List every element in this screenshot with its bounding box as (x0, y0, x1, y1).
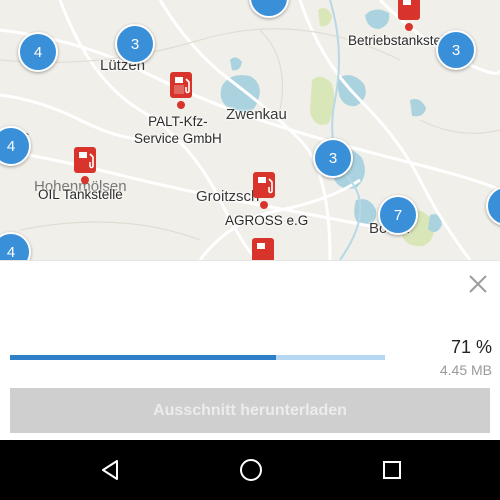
city-label-groitzsch: Groitzsch (196, 188, 260, 205)
close-icon (469, 275, 487, 293)
home-icon (240, 459, 262, 481)
station-label-agross: AGROSS e.G (225, 213, 309, 228)
fuel-station-pin[interactable] (72, 145, 98, 185)
nav-home-button[interactable] (221, 450, 281, 490)
fuel-station-pin[interactable] (250, 236, 276, 260)
fuel-pump-icon (398, 0, 420, 31)
fuel-pump-icon (252, 238, 274, 260)
back-icon (102, 460, 118, 480)
map-view[interactable]: Lützen Zwenkau Groitzsch Hohenmölsen Bor… (0, 0, 500, 260)
download-size: 4.45 MB (439, 362, 492, 378)
cluster-marker[interactable]: 3 (313, 138, 353, 178)
cluster-marker[interactable]: 4 (18, 32, 58, 72)
cluster-marker[interactable]: 7 (378, 195, 418, 235)
station-label-oil: OIL Tankstelle (38, 187, 123, 202)
nav-recents-button[interactable] (362, 450, 422, 490)
fuel-station-pin[interactable] (251, 170, 277, 210)
recents-icon (383, 461, 401, 479)
city-label-zwenkau: Zwenkau (226, 106, 287, 123)
fuel-station-pin[interactable] (168, 70, 194, 110)
download-area-button[interactable]: Ausschnitt herunterladen (10, 388, 490, 433)
download-progress-bar (10, 355, 385, 360)
cluster-marker[interactable]: 3 (436, 30, 476, 70)
close-button[interactable] (467, 273, 489, 295)
fuel-station-pin[interactable] (396, 0, 422, 32)
cluster-marker[interactable]: 3 (115, 24, 155, 64)
nav-back-button[interactable] (80, 450, 140, 490)
fuel-pump-icon (74, 147, 96, 184)
fuel-pump-icon (170, 72, 192, 109)
system-nav-bar (0, 440, 500, 500)
download-progress-fill (10, 355, 277, 360)
fuel-pump-icon (253, 172, 275, 209)
station-label-palt: PALT-Kfz- Service GmbH (134, 114, 222, 146)
download-percent: 71 % (450, 337, 492, 357)
